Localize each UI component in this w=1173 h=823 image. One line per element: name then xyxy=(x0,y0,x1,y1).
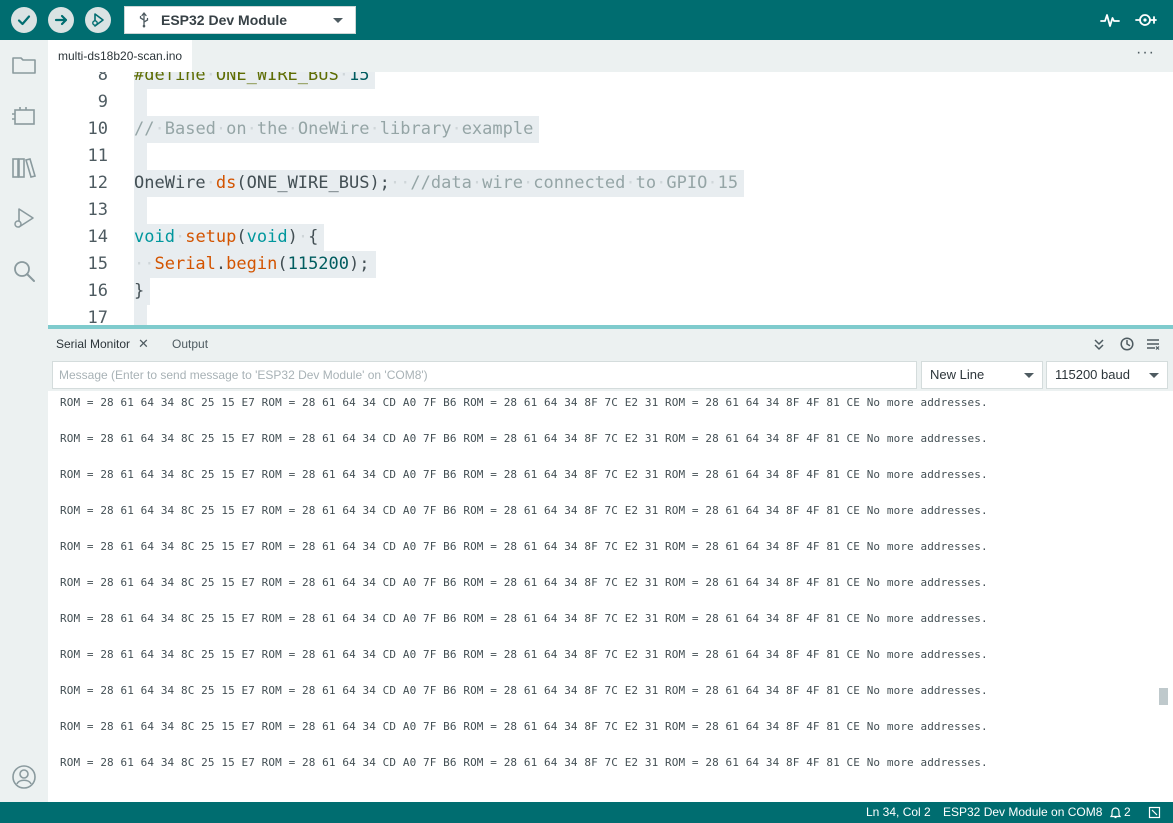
usb-icon xyxy=(139,12,149,28)
debug-button[interactable] xyxy=(85,7,111,33)
code-line: 9 xyxy=(48,89,1173,116)
code-text: ··Serial.begin(115200); xyxy=(134,251,376,278)
chevron-down-icon xyxy=(1149,373,1159,378)
status-bar: Ln 34, Col 2 ESP32 Dev Module on COM8 2 xyxy=(0,802,1173,823)
code-text: #define·ONE_WIRE_BUS·15 xyxy=(134,72,376,89)
line-number: 15 xyxy=(87,254,108,274)
arrow-right-icon xyxy=(54,14,68,26)
output-scrollbar[interactable] xyxy=(1159,688,1168,705)
board-selector[interactable]: ESP32 Dev Module xyxy=(124,6,356,34)
code-text: } xyxy=(134,278,151,305)
code-editor[interactable]: 8 #define·ONE_WIRE_BUS·15 9 10 //·Based·… xyxy=(48,72,1173,325)
cursor-position[interactable]: Ln 34, Col 2 xyxy=(866,805,931,819)
output-line: ROM = 28 61 64 34 8C 25 15 E7 ROM = 28 6… xyxy=(60,432,988,445)
code-line: 11 xyxy=(48,143,1173,170)
line-number: 17 xyxy=(87,308,108,325)
serial-message-bar: Message (Enter to send message to 'ESP32… xyxy=(48,359,1173,391)
library-icon[interactable] xyxy=(11,155,37,181)
autoscroll-icon[interactable] xyxy=(1092,337,1106,351)
output-line: ROM = 28 61 64 34 8C 25 15 E7 ROM = 28 6… xyxy=(60,540,988,553)
board-icon[interactable] xyxy=(11,104,37,130)
plotter-icon[interactable] xyxy=(1099,9,1121,31)
code-line: 12 OneWire·ds(ONE_WIRE_BUS);··//data·wir… xyxy=(48,170,1173,197)
notification-bell-icon[interactable] xyxy=(1109,806,1122,819)
output-line: ROM = 28 61 64 34 8C 25 15 E7 ROM = 28 6… xyxy=(60,576,988,589)
clear-output-icon[interactable] xyxy=(1146,337,1160,351)
output-line: ROM = 28 61 64 34 8C 25 15 E7 ROM = 28 6… xyxy=(60,684,988,697)
serial-monitor-icon[interactable] xyxy=(1135,9,1157,31)
output-line: ROM = 28 61 64 34 8C 25 15 E7 ROM = 28 6… xyxy=(60,756,988,769)
tab-serial-monitor-label: Serial Monitor xyxy=(56,337,131,351)
close-icon[interactable]: ✕ xyxy=(138,336,149,352)
code-line: 16 } xyxy=(48,278,1173,305)
chevron-down-icon xyxy=(333,18,343,23)
line-ending-value: New Line xyxy=(930,367,985,382)
serial-output[interactable]: ROM = 28 61 64 34 8C 25 15 E7 ROM = 28 6… xyxy=(48,391,1173,802)
bell-icon[interactable] xyxy=(1148,806,1161,819)
debug-icon xyxy=(92,13,104,27)
debug-icon[interactable] xyxy=(11,206,37,232)
tab-output[interactable]: Output xyxy=(172,329,208,359)
verify-button[interactable] xyxy=(11,7,37,33)
line-number: 16 xyxy=(87,281,108,301)
code-text xyxy=(134,305,147,325)
code-text xyxy=(134,143,147,170)
notification-count[interactable]: 2 xyxy=(1124,805,1131,819)
activity-bar xyxy=(0,40,48,802)
board-port-status[interactable]: ESP32 Dev Module on COM8 xyxy=(943,805,1102,819)
folder-icon[interactable] xyxy=(11,52,37,78)
tab-sketch-file[interactable]: multi-ds18b20-scan.ino xyxy=(48,40,193,72)
output-line: ROM = 28 61 64 34 8C 25 15 E7 ROM = 28 6… xyxy=(60,720,988,733)
line-number: 11 xyxy=(87,146,108,166)
line-number: 10 xyxy=(87,119,108,139)
output-line: ROM = 28 61 64 34 8C 25 15 E7 ROM = 28 6… xyxy=(60,504,988,517)
code-text: OneWire·ds(ONE_WIRE_BUS);··//data·wire·c… xyxy=(134,170,745,197)
code-text xyxy=(134,197,147,224)
search-icon[interactable] xyxy=(11,258,37,284)
line-number: 9 xyxy=(97,92,108,112)
editor-tab-bar: multi-ds18b20-scan.ino ··· xyxy=(48,40,1173,72)
output-line: ROM = 28 61 64 34 8C 25 15 E7 ROM = 28 6… xyxy=(60,612,988,625)
code-line: 13 xyxy=(48,197,1173,224)
code-line: 14 void·setup(void)·{ xyxy=(48,224,1173,251)
baud-rate-select[interactable]: 115200 baud xyxy=(1046,361,1168,389)
output-line: ROM = 28 61 64 34 8C 25 15 E7 ROM = 28 6… xyxy=(60,468,988,481)
code-text: //·Based·on·the·OneWire·library·example xyxy=(134,116,540,143)
line-number: 13 xyxy=(87,200,108,220)
upload-button[interactable] xyxy=(48,7,74,33)
tab-serial-monitor[interactable]: Serial Monitor ✕ xyxy=(56,329,149,359)
more-actions-icon[interactable]: ··· xyxy=(1136,44,1155,62)
line-ending-select[interactable]: New Line xyxy=(921,361,1043,389)
line-number: 12 xyxy=(87,173,108,193)
code-line: 8 #define·ONE_WIRE_BUS·15 xyxy=(48,72,1173,89)
timestamp-icon[interactable] xyxy=(1120,337,1134,351)
code-text xyxy=(134,89,147,116)
output-line: ROM = 28 61 64 34 8C 25 15 E7 ROM = 28 6… xyxy=(60,396,988,409)
chevron-down-icon xyxy=(1024,373,1034,378)
account-icon[interactable] xyxy=(11,764,37,790)
board-name: ESP32 Dev Module xyxy=(161,12,288,28)
code-line: 15 ··Serial.begin(115200); xyxy=(48,251,1173,278)
baud-rate-value: 115200 baud xyxy=(1055,367,1130,382)
message-input[interactable]: Message (Enter to send message to 'ESP32… xyxy=(52,361,917,389)
code-text: void·setup(void)·{ xyxy=(134,224,325,251)
code-line: 10 //·Based·on·the·OneWire·library·examp… xyxy=(48,116,1173,143)
output-line: ROM = 28 61 64 34 8C 25 15 E7 ROM = 28 6… xyxy=(60,648,988,661)
check-icon xyxy=(17,15,31,26)
code-line: 17 xyxy=(48,305,1173,325)
line-number: 14 xyxy=(87,227,108,247)
bottom-panel-header: Serial Monitor ✕ Output xyxy=(48,329,1173,359)
line-number: 8 xyxy=(97,72,108,85)
top-toolbar: ESP32 Dev Module xyxy=(0,0,1173,40)
